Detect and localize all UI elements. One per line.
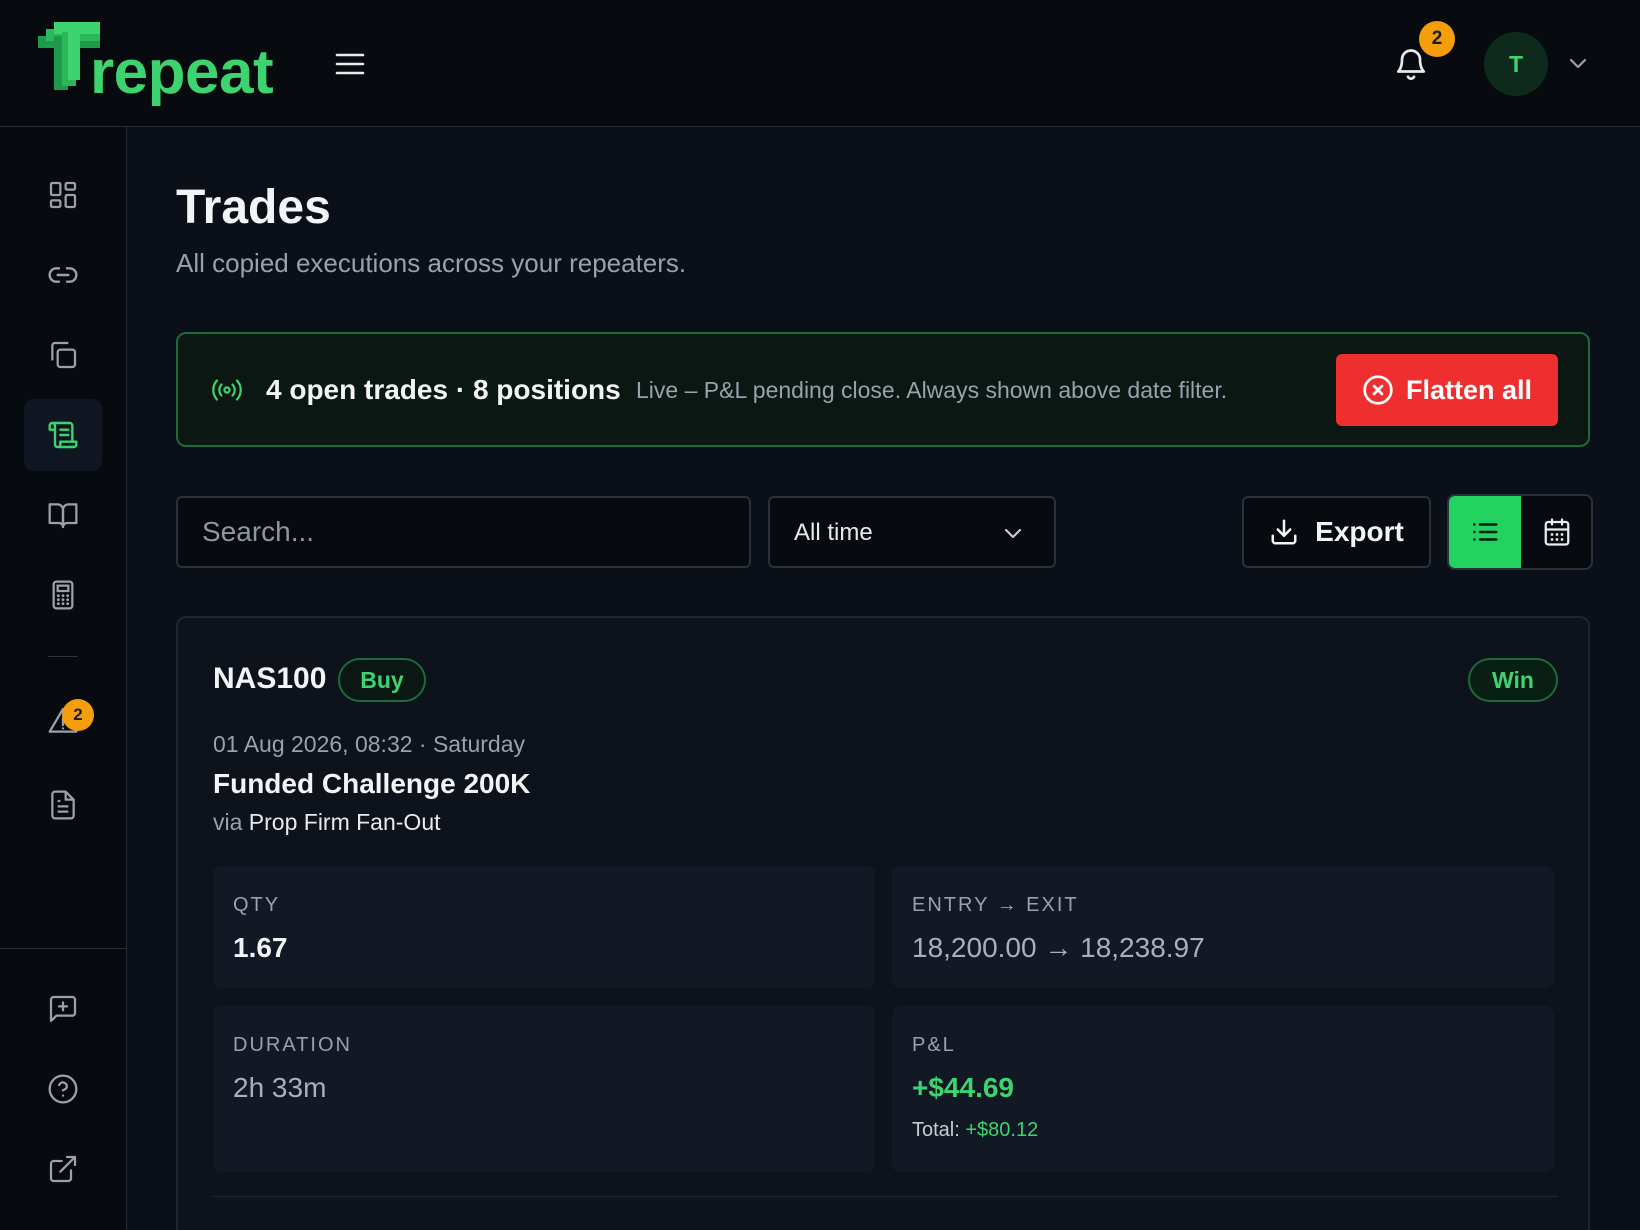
external-link-icon <box>49 1155 77 1183</box>
list-view-button[interactable] <box>1449 496 1521 568</box>
total-label: Total: <box>912 1119 960 1141</box>
page-subtitle: All copied executions across your repeat… <box>176 248 687 278</box>
sidebar-item-calculator[interactable] <box>24 559 102 631</box>
stat-pnl: P&L +$44.69 Total: +$80.12 <box>892 1006 1554 1172</box>
sidebar-item-repeaters[interactable] <box>24 319 102 391</box>
notification-count-badge: 2 <box>1419 21 1455 57</box>
sidebar-item-help[interactable] <box>24 1053 102 1125</box>
view-mode-toggle <box>1447 494 1593 570</box>
calculator-icon <box>52 580 74 610</box>
stat-value: 2h 33m <box>233 1072 327 1103</box>
trade-card[interactable]: NAS100 Buy Win 01 Aug 2026, 08:32 · Satu… <box>176 616 1590 1230</box>
stat-value: 18,200.00 → 18,238.97 <box>912 932 1205 963</box>
flatten-all-label: Flatten all <box>1405 374 1533 405</box>
calendar-view-button[interactable] <box>1521 496 1591 568</box>
top-bar: repeat 2 T <box>0 0 1640 127</box>
close-circle-icon <box>1363 375 1393 405</box>
account-menu-toggle[interactable] <box>1568 55 1588 71</box>
calendar-icon <box>1544 518 1570 546</box>
date-range-value: All time <box>794 519 873 546</box>
trade-datetime: 01 Aug 2026, 08:32 · Saturday <box>213 731 526 757</box>
trade-account: Funded Challenge 200K <box>213 768 531 799</box>
stat-label: DURATION <box>233 1034 352 1056</box>
stat-value: +$44.69 <box>912 1072 1014 1103</box>
sidebar-item-dashboard[interactable] <box>24 159 102 231</box>
open-trades-note: Live – P&L pending close. Always shown a… <box>636 377 1228 403</box>
logo[interactable]: repeat <box>38 22 274 104</box>
user-avatar[interactable]: T <box>1484 32 1548 96</box>
chevron-down-icon <box>1004 528 1022 539</box>
stat-label: QTY <box>233 894 281 916</box>
hamburger-menu-button[interactable] <box>333 50 367 78</box>
alerts-count-badge: 2 <box>62 699 94 731</box>
dashboard-icon <box>49 181 77 209</box>
page-title: Trades <box>176 181 331 234</box>
chevron-down-icon <box>1569 58 1587 69</box>
stat-label: ENTRY → EXIT <box>912 894 1079 916</box>
open-trades-banner: 4 open trades · 8 positions Live – P&L p… <box>176 332 1590 447</box>
stat-label: P&L <box>912 1034 956 1056</box>
sidebar-item-feedback[interactable] <box>24 973 102 1045</box>
date-range-select[interactable]: All time <box>768 496 1056 568</box>
total-value: +$80.12 <box>965 1119 1039 1141</box>
sidebar-divider <box>48 656 78 657</box>
export-label: Export <box>1315 516 1404 547</box>
trade-side-badge: Buy <box>338 658 426 702</box>
list-icon <box>1473 523 1498 541</box>
trade-repeater: via Prop Firm Fan-Out <box>213 809 441 836</box>
card-divider <box>213 1196 1558 1197</box>
sidebar: 2 <box>0 127 127 1230</box>
sidebar-item-reports[interactable] <box>24 769 102 841</box>
sidebar-bottom-divider <box>0 948 127 949</box>
scroll-icon <box>48 421 78 449</box>
copy-icon <box>51 341 77 369</box>
download-icon <box>1271 519 1297 545</box>
stat-entry-exit: ENTRY → EXIT 18,200.00 → 18,238.97 <box>892 866 1554 988</box>
link-icon <box>48 267 78 283</box>
trade-result-badge: Win <box>1468 658 1558 702</box>
search-input[interactable] <box>176 496 751 568</box>
menu-icon <box>335 53 365 75</box>
help-icon <box>48 1074 78 1104</box>
stat-total: Total: +$80.12 <box>912 1119 1038 1142</box>
repeater-name: Prop Firm Fan-Out <box>248 809 441 835</box>
sidebar-item-journal[interactable] <box>24 479 102 551</box>
open-trades-summary: 4 open trades · 8 positions <box>266 374 621 405</box>
broadcast-icon <box>212 379 242 401</box>
stat-value: 1.67 <box>233 932 288 963</box>
book-icon <box>48 503 78 529</box>
document-icon <box>51 790 75 820</box>
via-prefix: via <box>213 809 243 835</box>
sidebar-item-external[interactable] <box>24 1133 102 1205</box>
logo-text: repeat <box>90 38 274 107</box>
flatten-all-button[interactable]: Flatten all <box>1336 354 1558 426</box>
stat-duration: DURATION 2h 33m <box>213 1006 875 1172</box>
sidebar-item-connections[interactable] <box>24 239 102 311</box>
feedback-icon <box>49 995 77 1023</box>
stat-qty: QTY 1.67 <box>213 866 875 988</box>
trade-symbol: NAS100 <box>213 662 327 695</box>
export-button[interactable]: Export <box>1242 496 1431 568</box>
sidebar-item-trades[interactable] <box>24 399 102 471</box>
